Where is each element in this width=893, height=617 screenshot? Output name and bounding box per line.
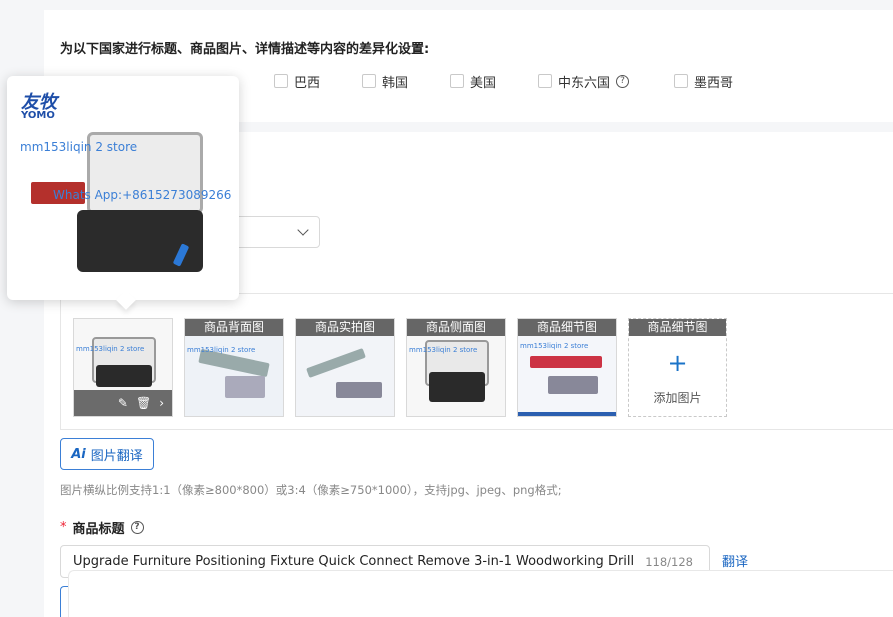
checkbox[interactable] (450, 74, 464, 88)
image-format-hint: 图片横纵比例支持1:1（像素≥800*800）或3:4（像素≥750*1000）… (60, 483, 562, 497)
country-label: 韩国 (382, 75, 409, 91)
product-photo (296, 336, 394, 416)
title-label-text: 商品标题 (72, 522, 125, 537)
watermark-store: mm153liqin 2 store (520, 342, 589, 350)
checkbox[interactable] (538, 74, 552, 88)
tool-shape (548, 376, 598, 394)
tool-shape (225, 376, 265, 398)
country-middle-east[interactable]: 中东六国 ? (538, 72, 630, 91)
watermark-store: mm153liqin 2 store (76, 345, 145, 353)
help-icon[interactable]: ? (130, 521, 144, 534)
chevron-down-icon (297, 224, 309, 236)
main-image-thumb[interactable]: mm153liqin 2 store ✎ 🗑 › (73, 318, 173, 417)
country-label: 墨西哥 (694, 75, 734, 91)
case-base (77, 210, 203, 272)
tool-shape (336, 382, 382, 398)
watermark-store: mm153liqin 2 store (187, 346, 256, 354)
translate-title-link[interactable]: 翻译 (722, 551, 748, 570)
product-photo: mm153liqin 2 store (407, 336, 505, 416)
tool-shape (530, 356, 602, 368)
image-tile-side[interactable]: 商品侧面图 mm153liqin 2 store (406, 318, 506, 417)
section-heading: 为以下国家进行标题、商品图片、详情描述等内容的差异化设置: (60, 42, 430, 57)
brand-logo-en: YOMO (21, 110, 55, 121)
country-label: 巴西 (294, 75, 321, 91)
add-image-tile[interactable]: 商品细节图 + 添加图片 (628, 318, 727, 417)
tile-caption: 商品细节图 (518, 319, 616, 336)
chevron-right-icon[interactable]: › (159, 396, 164, 410)
country-brazil[interactable]: 巴西 (274, 72, 321, 91)
trash-icon[interactable]: 🗑 (136, 396, 151, 410)
country-korea[interactable]: 韩国 (362, 72, 409, 91)
checkbox[interactable] (674, 74, 688, 88)
edit-icon[interactable]: ✎ (118, 396, 128, 410)
add-image-label: 添加图片 (653, 391, 702, 405)
image-tile-back[interactable]: 商品背面图 mm153liqin 2 store (184, 318, 284, 417)
checkbox[interactable] (274, 74, 288, 88)
country-label: 美国 (470, 75, 497, 91)
thumb-actions: ✎ 🗑 › (74, 390, 172, 416)
product-photo: mm153liqin 2 store (518, 336, 616, 416)
country-mexico[interactable]: 墨西哥 (674, 72, 734, 91)
plus-icon: + (667, 349, 688, 377)
image-tile-real[interactable]: 商品实拍图 (295, 318, 395, 417)
overlay-card (68, 570, 893, 617)
char-count: 118/128 (645, 555, 693, 569)
tile-caption: 商品实拍图 (296, 319, 394, 336)
title-value: Upgrade Furniture Positioning Fixture Qu… (73, 554, 638, 569)
watermark-store: mm153liqin 2 store (409, 346, 478, 354)
translate-image-button[interactable]: Ai 图片翻译 (60, 438, 154, 470)
checkbox[interactable] (362, 74, 376, 88)
help-icon[interactable]: ? (616, 74, 630, 88)
button-label: 图片翻译 (90, 448, 143, 464)
country-usa[interactable]: 美国 (450, 72, 497, 91)
ai-icon: Ai (71, 446, 86, 462)
tool-shape (306, 348, 366, 378)
image-preview-popover: 友牧 YOMO mm153liqin 2 store Whats App:+86… (7, 76, 239, 310)
case-base (96, 365, 152, 387)
case-base (429, 372, 485, 402)
image-tile-detail[interactable]: 商品细节图 mm153liqin 2 store (517, 318, 617, 417)
tile-caption: 商品背面图 (185, 319, 283, 336)
country-label: 中东六国 (558, 75, 611, 91)
required-mark: * (60, 520, 67, 535)
product-photo: mm153liqin 2 store (185, 336, 283, 416)
title-label: * 商品标题 ? (60, 518, 144, 537)
tile-caption: 商品侧面图 (407, 319, 505, 336)
store-watermark: mm153liqin 2 store (20, 140, 138, 154)
app-watermark: Whats App:+8615273089266 (53, 188, 232, 202)
tile-caption: 商品细节图 (629, 319, 726, 336)
